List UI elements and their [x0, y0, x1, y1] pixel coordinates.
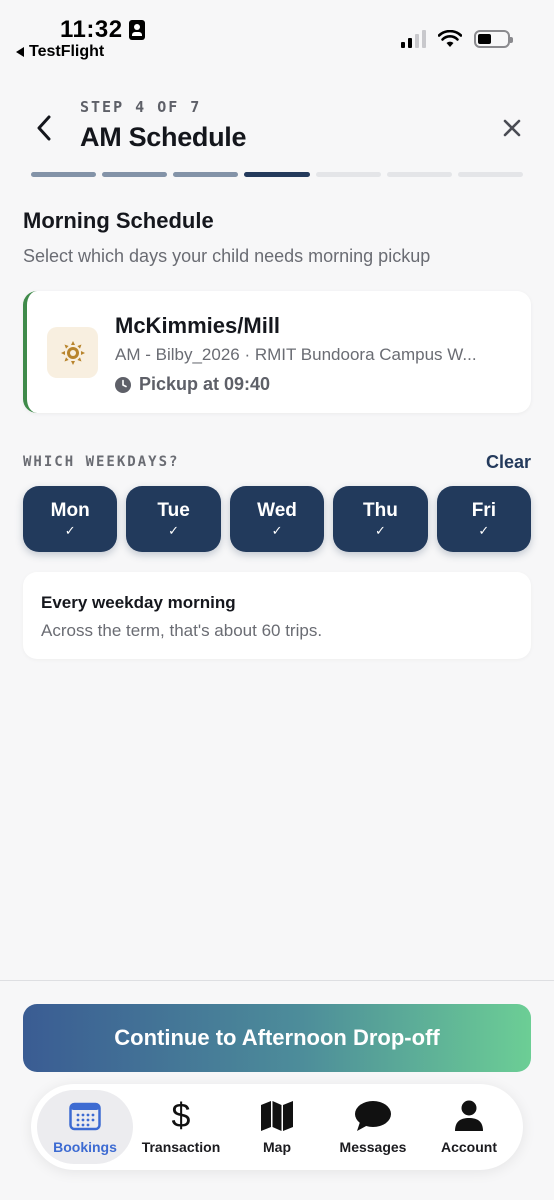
step-indicator: STEP 4 OF 7 — [80, 98, 202, 116]
tab-label: Map — [263, 1139, 291, 1155]
close-button[interactable] — [496, 112, 528, 144]
sun-icon — [60, 340, 85, 365]
dollar-icon: $ — [171, 1097, 191, 1135]
chat-bubble-icon — [355, 1101, 391, 1131]
progress-segment-7 — [457, 172, 523, 177]
weekday-selector: Mon ✓ Tue ✓ Wed ✓ Thu ✓ Fri ✓ — [23, 486, 532, 552]
progress-segment-1 — [31, 172, 97, 177]
person-icon — [455, 1100, 483, 1131]
progress-segment-3 — [173, 172, 239, 177]
tab-label: Messages — [339, 1139, 407, 1155]
checkmark-icon: ✓ — [168, 523, 180, 538]
back-triangle-icon — [16, 47, 24, 57]
checkmark-icon: ✓ — [374, 523, 386, 538]
checkmark-icon: ✓ — [64, 523, 76, 538]
day-toggle-thu[interactable]: Thu ✓ — [333, 486, 428, 552]
close-icon — [503, 119, 521, 137]
continue-button[interactable]: Continue to Afternoon Drop-off — [23, 1004, 531, 1072]
page-title: AM Schedule — [80, 122, 247, 152]
weekdays-label: WHICH WEEKDAYS? — [23, 454, 180, 470]
footer-divider — [0, 980, 554, 981]
route-card: McKimmies/Mill AM - Bilby_2026 · RMIT Bu… — [23, 291, 531, 413]
progress-segment-5 — [315, 172, 381, 177]
pickup-time: Pickup at 09:40 — [115, 374, 270, 395]
battery-icon — [474, 30, 513, 48]
day-label: Tue — [157, 500, 190, 521]
section-subtitle: Select which days your child needs morni… — [23, 246, 431, 266]
route-description: AM - Bilby_2026 · RMIT Bundoora Campus W… — [115, 345, 477, 364]
section-title: Morning Schedule — [23, 208, 214, 233]
status-bar: 11:32 TestFlight — [0, 0, 554, 70]
back-to-app-link[interactable]: TestFlight — [16, 43, 104, 61]
day-label: Mon — [50, 500, 90, 521]
chevron-left-icon — [37, 115, 51, 141]
day-toggle-fri[interactable]: Fri ✓ — [436, 486, 532, 552]
checkmark-icon: ✓ — [478, 523, 490, 538]
wifi-icon — [438, 30, 462, 47]
back-app-label: TestFlight — [29, 43, 105, 60]
status-time-group: 11:32 — [60, 16, 145, 44]
tab-account[interactable]: Account — [421, 1090, 517, 1164]
tab-messages[interactable]: Messages — [325, 1090, 421, 1164]
progress-segment-2 — [102, 172, 168, 177]
back-button[interactable] — [26, 108, 62, 148]
status-time: 11:32 — [60, 16, 123, 43]
step-progress-bar — [31, 172, 523, 177]
cellular-signal-icon — [401, 30, 426, 48]
day-toggle-wed[interactable]: Wed ✓ — [229, 486, 325, 552]
route-icon-box — [47, 327, 98, 378]
day-label: Thu — [363, 500, 398, 521]
tab-map[interactable]: Map — [229, 1090, 325, 1164]
day-toggle-mon[interactable]: Mon ✓ — [23, 486, 118, 552]
progress-segment-4 — [244, 172, 310, 177]
checkmark-icon: ✓ — [271, 523, 283, 538]
tab-label: Account — [441, 1139, 497, 1155]
clock-icon — [115, 376, 131, 393]
tab-label: Bookings — [53, 1139, 117, 1155]
tab-bookings[interactable]: Bookings — [37, 1090, 133, 1164]
tab-bar: Bookings $ Transaction Map Messages Acco… — [31, 1084, 523, 1170]
progress-segment-6 — [386, 172, 452, 177]
map-icon — [261, 1101, 293, 1131]
schedule-summary-card: Every weekday morning Across the term, t… — [23, 572, 531, 659]
day-label: Fri — [471, 500, 496, 521]
clear-button[interactable]: Clear — [486, 452, 531, 473]
day-label: Wed — [257, 500, 297, 521]
summary-title: Every weekday morning — [41, 593, 236, 612]
route-name: McKimmies/Mill — [115, 313, 281, 338]
tab-transaction[interactable]: $ Transaction — [133, 1090, 229, 1164]
tab-label: Transaction — [141, 1139, 221, 1155]
summary-subtitle: Across the term, that's about 60 trips. — [41, 621, 323, 640]
day-toggle-tue[interactable]: Tue ✓ — [126, 486, 221, 552]
system-icons — [401, 30, 513, 48]
contact-card-icon — [128, 20, 145, 40]
pickup-time-label: Pickup at 09:40 — [139, 374, 271, 394]
calendar-icon — [69, 1102, 101, 1131]
